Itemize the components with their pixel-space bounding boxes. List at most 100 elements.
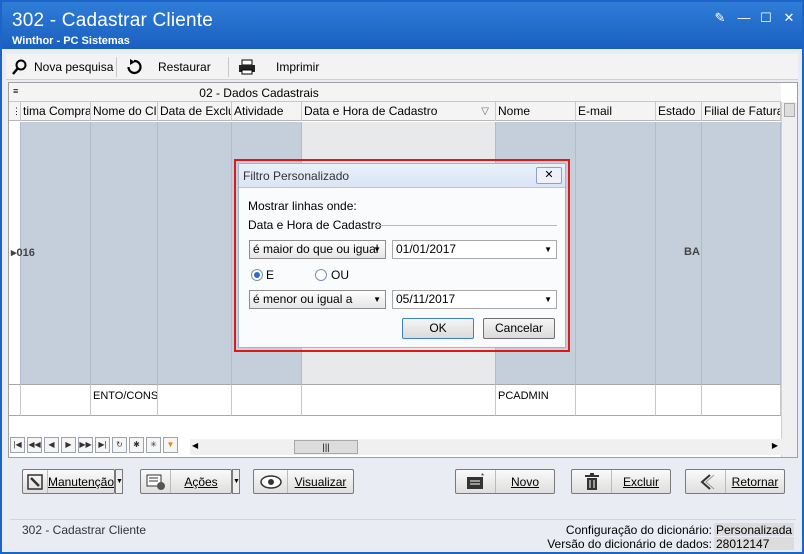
grid-cell[interactable] [656, 384, 702, 416]
grid-cell[interactable] [158, 122, 232, 384]
field-divider [375, 225, 557, 226]
scroll-left-icon[interactable]: ◀ [192, 441, 198, 450]
dialog-close-icon[interactable]: ✕ [536, 167, 562, 184]
restore-icon [127, 59, 142, 75]
window-subtitle: Winthor - PC Sistemas [12, 35, 130, 47]
next-record-icon[interactable]: ▶ [61, 437, 76, 453]
column-header[interactable]: Estado [656, 102, 702, 121]
grid-cell[interactable] [576, 384, 656, 416]
search-icon [12, 59, 27, 75]
filter-dialog: Filtro Personalizado ✕ Mostrar linhas on… [238, 163, 566, 348]
restore-label: Restaurar [158, 60, 211, 74]
horizontal-scrollbar[interactable]: ◀ ||| ▶ [190, 439, 782, 455]
print-button[interactable]: Imprimir [238, 57, 319, 77]
maintenance-icon [23, 470, 48, 493]
edit-icon[interactable]: ✎ [712, 10, 728, 26]
filter-funnel-icon[interactable]: ▼ [163, 437, 178, 453]
maximize-icon[interactable]: ☐ [758, 10, 774, 26]
chevron-down-icon: ▼ [373, 245, 381, 254]
band-title: 02 - Dados Cadastrais [199, 86, 319, 100]
filter-icon[interactable]: ▽ [481, 102, 489, 121]
new-button[interactable]: * Novo [455, 469, 555, 494]
toolbar-separator [116, 57, 117, 77]
scroll-thumb[interactable]: ||| [294, 440, 358, 454]
column-header[interactable]: Atividade [232, 102, 302, 121]
column-header[interactable]: Nome [496, 102, 576, 121]
column-header[interactable]: Filial de Faturam [702, 102, 781, 121]
chevron-down-icon: ▼ [373, 295, 381, 304]
new-record-icon: * [456, 470, 496, 493]
actions-dropdown-icon[interactable]: ▼ [232, 469, 240, 494]
dialog-title-bar: Filtro Personalizado ✕ [239, 164, 565, 188]
printer-icon [239, 59, 255, 75]
scroll-thumb[interactable] [784, 103, 795, 117]
row1-estado: BA [684, 246, 700, 258]
column-header[interactable]: E-mail [576, 102, 656, 121]
grid-cell[interactable]: BA [656, 122, 702, 384]
grid-cell[interactable] [21, 384, 91, 416]
value1-input[interactable]: 01/01/2017 ▼ [392, 240, 557, 259]
vertical-scrollbar[interactable] [781, 102, 797, 457]
actions-icon [141, 470, 171, 493]
maintenance-button[interactable]: Manutenção [22, 469, 115, 494]
condition2-select[interactable]: é menor ou igual a ▼ [249, 290, 386, 309]
column-header[interactable]: Data de Exclus [158, 102, 232, 121]
dialog-title: Filtro Personalizado [243, 169, 350, 183]
dict-version-label: Versão do dicionário de dados: [547, 537, 712, 551]
trash-icon [572, 470, 612, 493]
and-radio[interactable] [251, 269, 263, 281]
or-radio[interactable] [315, 269, 327, 281]
column-header-filtered[interactable]: Data e Hora de Cadastro ▽ [302, 102, 496, 121]
dict-config-label: Configuração do dicionário: [565, 523, 712, 537]
prev-record-icon[interactable]: ◀ [44, 437, 59, 453]
grid-cell[interactable] [302, 384, 496, 416]
last-page-icon[interactable]: ▶| [95, 437, 110, 453]
restore-button[interactable]: Restaurar [126, 57, 211, 77]
ok-button[interactable]: OK [402, 318, 474, 339]
grid-cell[interactable] [702, 384, 781, 416]
actions-button[interactable]: Ações [140, 469, 232, 494]
chevron-down-icon: ▼ [544, 295, 552, 304]
back-arrow-icon [686, 470, 726, 493]
column-header[interactable]: Nome do Clie [91, 102, 158, 121]
back-button[interactable]: Retornar [685, 469, 785, 494]
grid-cell[interactable]: ENTO/CONS. [91, 384, 158, 416]
grid-cell[interactable] [158, 384, 232, 416]
scroll-right-icon[interactable]: ▶ [772, 441, 778, 450]
view-label: Visualizar [294, 474, 347, 489]
title-bar: 302 - Cadastrar Cliente Winthor - PC Sis… [2, 2, 802, 49]
column-header[interactable]: tima Compra [21, 102, 91, 121]
value1-text: 01/01/2017 [396, 242, 457, 256]
goto-bookmark-icon[interactable]: ✳ [146, 437, 161, 453]
minimize-icon[interactable]: — [736, 10, 752, 26]
refresh-icon[interactable]: ↻ [112, 437, 127, 453]
prev-page-icon[interactable]: ◀◀ [27, 437, 42, 453]
window-title: 302 - Cadastrar Cliente [12, 10, 214, 31]
grid-cell[interactable] [232, 384, 302, 416]
actions-label: Ações [184, 474, 218, 489]
grid-cell[interactable] [702, 122, 781, 384]
toolbar: Nova pesquisa Restaurar Imprimir [6, 54, 798, 80]
delete-button[interactable]: Excluir [571, 469, 671, 494]
close-icon[interactable]: ✕ [781, 10, 797, 26]
next-page-icon[interactable]: ▶▶ [78, 437, 93, 453]
show-rows-label: Mostrar linhas onde: [248, 199, 357, 213]
view-button[interactable]: Visualizar [253, 469, 354, 494]
status-app-name: 302 - Cadastrar Cliente [22, 523, 147, 537]
grid-cell[interactable]: ▸016 [11, 122, 91, 384]
svg-text:*: * [481, 473, 484, 481]
bookmark-icon[interactable]: ✱ [129, 437, 144, 453]
value2-input[interactable]: 05/11/2017 ▼ [392, 290, 557, 309]
grid-cell[interactable]: PCADMIN [496, 384, 576, 416]
back-label: Retornar [731, 474, 779, 489]
delete-label: Excluir [622, 474, 659, 489]
first-page-icon[interactable]: |◀ [10, 437, 25, 453]
grid-cell[interactable] [91, 122, 158, 384]
field-label: Data e Hora de Cadastro [248, 218, 382, 232]
grid-cell[interactable] [576, 122, 656, 384]
cancel-button[interactable]: Cancelar [483, 318, 555, 339]
new-search-button[interactable]: Nova pesquisa [12, 57, 113, 77]
condition1-select[interactable]: é maior do que ou igual ▼ [249, 240, 386, 259]
new-search-label: Nova pesquisa [34, 60, 114, 74]
maintenance-dropdown-icon[interactable]: ▼ [115, 469, 123, 494]
